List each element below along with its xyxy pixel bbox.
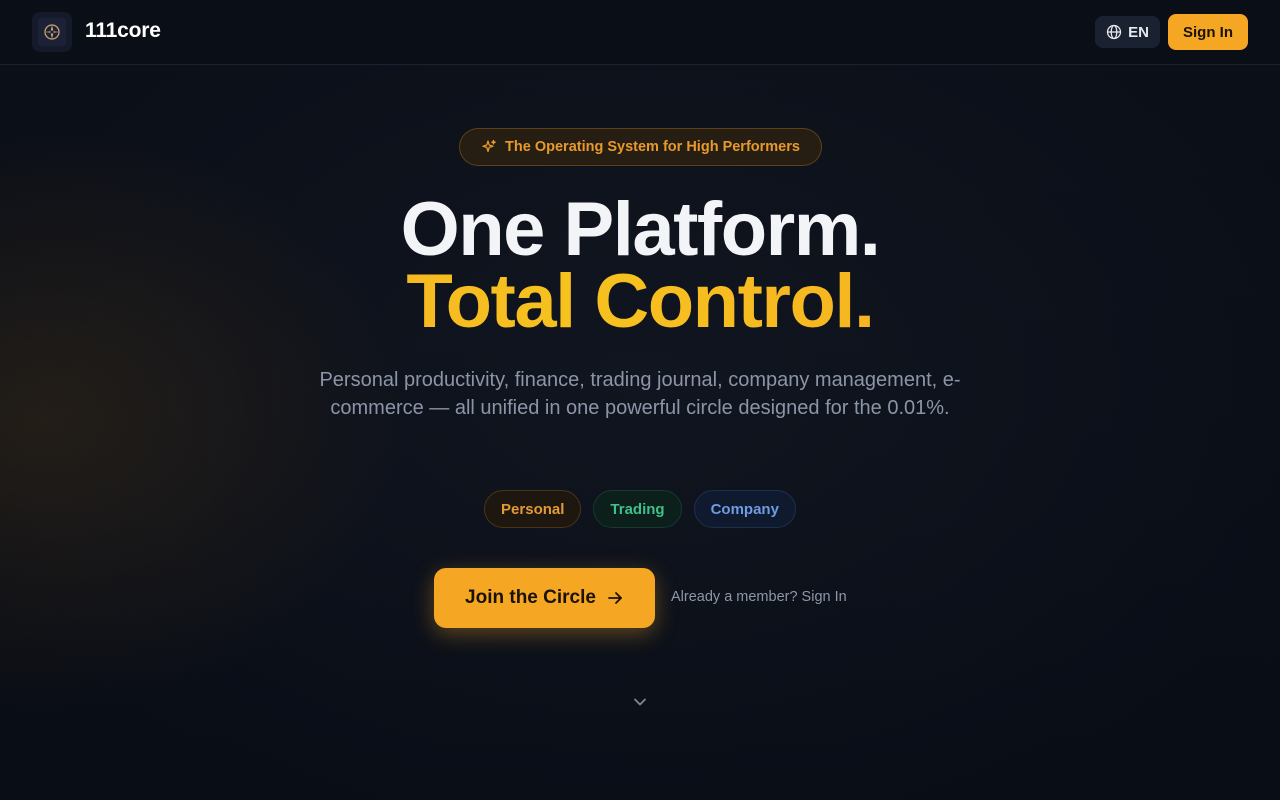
logo[interactable] (32, 12, 72, 52)
tagline-badge: The Operating System for High Performers (459, 128, 822, 166)
chevron-down-icon[interactable] (630, 692, 650, 712)
pill-company[interactable]: Company (693, 490, 796, 528)
category-pills: Personal Trading Company (0, 490, 1280, 528)
brand-name: 111core (85, 19, 161, 42)
language-label: EN (1128, 23, 1149, 41)
join-circle-button[interactable]: Join the Circle (434, 568, 655, 628)
arrow-right-icon (606, 589, 624, 607)
hero-subtitle: Personal productivity, finance, trading … (319, 369, 961, 419)
hero-title-line1: One Platform. (400, 187, 881, 272)
pill-personal[interactable]: Personal (484, 490, 582, 528)
compass-emblem-icon (38, 18, 66, 46)
badge-text: The Operating System for High Performers (505, 139, 800, 155)
hero-title: One Platform. Total Control. (0, 187, 1280, 340)
top-navbar: 111core EN Sign In (0, 0, 1280, 65)
language-switcher[interactable]: EN (1095, 16, 1160, 48)
already-member-signin-link[interactable]: Already a member? Sign In (671, 589, 847, 605)
hero-title-line2: Total Control. (0, 264, 1280, 340)
pill-trading[interactable]: Trading (593, 490, 682, 528)
sparkles-icon (481, 139, 497, 155)
signin-button[interactable]: Sign In (1168, 14, 1248, 50)
join-button-label: Join the Circle (465, 587, 596, 608)
globe-icon (1106, 24, 1122, 40)
